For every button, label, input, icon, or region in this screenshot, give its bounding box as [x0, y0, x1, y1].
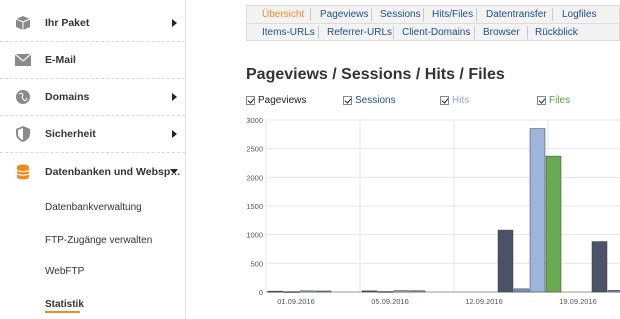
tab-divider [310, 8, 311, 21]
bar-sessions [513, 288, 530, 293]
bar-files [545, 155, 562, 293]
checkbox-sessions[interactable]: Sessions [343, 95, 396, 106]
chevron-down-icon [170, 169, 178, 174]
sidebar-item-label: Ihr Paket [45, 17, 90, 29]
bar-hits [299, 290, 316, 293]
tab-referrer-urls[interactable]: Referrer-URLs [327, 27, 392, 38]
bar-hits [393, 290, 410, 293]
x-tick-label: 01.09.2016 [277, 297, 315, 306]
active-indicator [45, 311, 80, 313]
tab-divider [318, 26, 319, 39]
sidebar-item-label: Datenbanken und Websp… [45, 165, 181, 178]
tab-divider [393, 26, 394, 39]
checkbox-label: Pageviews [258, 95, 307, 106]
tab-row-1: Übersicht Pageviews Sessions Hits/Files … [247, 6, 620, 24]
page-title: Pageviews / Sessions / Hits / Files [246, 66, 505, 83]
tab-pageviews[interactable]: Pageviews [320, 9, 368, 20]
shield-icon [14, 125, 32, 143]
chevron-right-icon [172, 19, 177, 27]
bar-pageviews [361, 290, 378, 293]
tab-rueckblick[interactable]: Rückblick [535, 27, 578, 38]
tab-uebersicht[interactable]: Übersicht [262, 9, 304, 20]
tab-client-domains[interactable]: Client-Domains [402, 27, 470, 38]
checkbox-pageviews[interactable]: Pageviews [246, 95, 306, 106]
bar-pageviews [267, 290, 284, 293]
stats-tab-bar: Übersicht Pageviews Sessions Hits/Files … [246, 5, 620, 41]
y-tick-label: 3000 [246, 116, 263, 125]
bar-sessions [283, 291, 300, 293]
checkbox-label: Hits [452, 95, 470, 106]
tab-divider [527, 26, 528, 39]
tab-sessions[interactable]: Sessions [380, 9, 421, 20]
x-tick-label: 19.09.2016 [559, 297, 597, 306]
sidebar-item-email[interactable]: E-Mail [0, 42, 185, 79]
bar-hits [529, 128, 546, 293]
tab-divider [552, 8, 553, 21]
globe-icon [14, 88, 32, 106]
y-tick-label: 2500 [246, 145, 263, 154]
y-tick-label: 0 [259, 288, 263, 297]
tab-divider [474, 26, 475, 39]
sidebar-item-label: Domains [45, 91, 90, 103]
y-tick-label: 1500 [246, 202, 263, 211]
x-tick-label: 12.09.2016 [465, 297, 503, 306]
chevron-right-icon [172, 93, 177, 101]
sidebar: Ihr Paket E-Mail Domains Sicherheit Date… [0, 0, 186, 319]
bar-pageviews [591, 241, 608, 293]
chevron-right-icon [172, 130, 177, 138]
y-tick-label: 500 [250, 259, 263, 268]
bar-files [409, 290, 426, 293]
tab-browser[interactable]: Browser [483, 27, 520, 38]
checkbox-label: Files [549, 95, 571, 106]
y-tick-label: 2000 [246, 173, 263, 182]
sidebar-item-datenbanken[interactable]: Datenbanken und Websp… [0, 153, 185, 190]
checkbox-box[interactable] [440, 96, 449, 105]
checkbox-hits[interactable]: Hits [440, 95, 469, 106]
sidebar-item-ihr-paket[interactable]: Ihr Paket [0, 5, 185, 42]
tab-divider [371, 8, 372, 21]
subnav-datenbankverwaltung[interactable]: Datenbankverwaltung [45, 202, 142, 213]
bar-chart: 0 500 1000 1500 2000 2500 3000 01.09.2016 05.09.… [246, 116, 620, 306]
mail-icon [14, 51, 32, 69]
tab-divider [423, 8, 424, 21]
subnav-webftp[interactable]: WebFTP [45, 266, 84, 277]
tab-hits-files[interactable]: Hits/Files [432, 9, 473, 20]
sidebar-item-label: Sicherheit [45, 128, 96, 140]
bar-pageviews [497, 229, 514, 293]
checkbox-box[interactable] [246, 96, 255, 105]
stats-chart: 0 500 1000 1500 2000 2500 3000 01.09.2016 05.09.… [222, 113, 620, 319]
tab-logfiles[interactable]: Logfiles [562, 9, 596, 20]
x-tick-label: 05.09.2016 [371, 297, 409, 306]
bar-sessions [607, 290, 620, 293]
checkbox-box[interactable] [343, 96, 352, 105]
tab-items-urls[interactable]: Items-URLs [262, 27, 315, 38]
checkbox-files[interactable]: Files [537, 95, 570, 106]
sidebar-item-sicherheit[interactable]: Sicherheit [0, 116, 185, 153]
sidebar-item-label: E-Mail [45, 54, 76, 66]
tab-divider [476, 8, 477, 21]
tab-row-2: Items-URLs Referrer-URLs Client-Domains … [247, 24, 620, 41]
package-icon [14, 14, 32, 32]
subnav-ftp-zugaenge[interactable]: FTP-Zugänge verwalten [45, 235, 152, 246]
sidebar-item-domains[interactable]: Domains [0, 79, 185, 116]
tab-datentransfer[interactable]: Datentransfer [486, 9, 547, 20]
subnav-statistik[interactable]: Statistik [45, 299, 84, 310]
checkbox-box[interactable] [537, 96, 546, 105]
database-icon [14, 163, 32, 181]
bar-sessions [377, 291, 394, 293]
checkbox-label: Sessions [355, 95, 396, 106]
bar-files [315, 290, 332, 293]
y-tick-label: 1000 [246, 231, 263, 240]
